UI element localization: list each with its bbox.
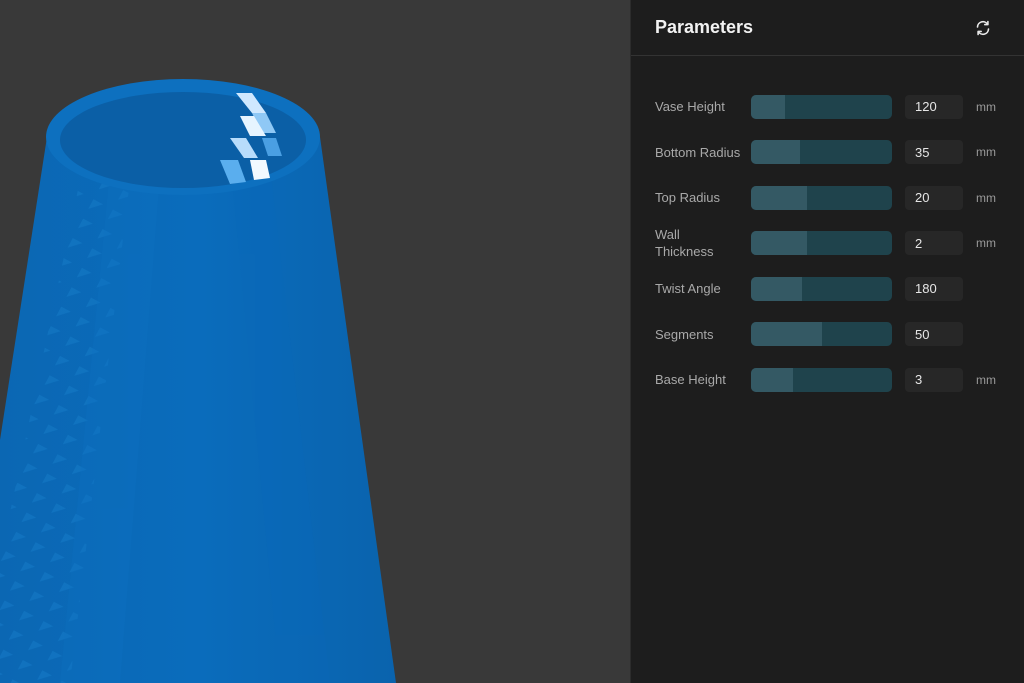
top-radius-input[interactable] [905, 185, 963, 210]
param-label: Bottom Radius [655, 144, 741, 160]
vase-model [0, 79, 396, 683]
refresh-icon [976, 20, 990, 35]
segments-input[interactable] [905, 322, 963, 347]
slider-fill [751, 367, 794, 392]
wall-thickness-input[interactable] [905, 231, 963, 256]
slider-fill [751, 140, 801, 165]
param-label: Top Radius [655, 190, 721, 206]
param-row-twist-angle: Twist Angle [631, 266, 1024, 312]
parameters-panel: Parameters Vase Height mm Bottom Radius [630, 0, 1024, 683]
twist-angle-slider[interactable] [751, 276, 892, 301]
slider-fill [751, 322, 822, 347]
bottom-radius-slider[interactable] [751, 140, 892, 165]
reset-button[interactable] [972, 17, 994, 39]
unit-label: mm [976, 99, 996, 114]
unit-label: mm [976, 190, 996, 205]
wall-thickness-slider[interactable] [751, 231, 892, 256]
unit-label: mm [976, 145, 996, 160]
param-row-segments: Segments [631, 312, 1024, 358]
panel-title: Parameters [655, 17, 754, 37]
param-row-wall-thickness: Wall Thickness mm [631, 221, 1024, 267]
param-label: Segments [655, 326, 714, 342]
slider-fill [751, 231, 808, 256]
param-row-top-radius: Top Radius mm [631, 175, 1024, 221]
slider-fill [751, 185, 808, 210]
parameter-list: Vase Height mm Bottom Radius mm Top Radi… [631, 56, 1024, 403]
app-root: Parameters Vase Height mm Bottom Radius [0, 0, 1024, 683]
bottom-radius-input[interactable] [905, 140, 963, 165]
param-label: Base Height [655, 372, 726, 388]
param-row-base-height: Base Height mm [631, 357, 1024, 403]
top-radius-slider[interactable] [751, 185, 892, 210]
slider-fill [751, 94, 785, 119]
slider-fill [751, 276, 802, 301]
vase-height-input[interactable] [905, 94, 963, 119]
param-row-vase-height: Vase Height mm [631, 84, 1024, 130]
segments-slider[interactable] [751, 322, 892, 347]
param-label: Twist Angle [655, 281, 721, 297]
3d-viewport[interactable] [0, 0, 630, 683]
twist-angle-input[interactable] [905, 276, 963, 301]
param-label: Vase Height [655, 99, 725, 115]
base-height-input[interactable] [905, 367, 963, 392]
param-label: Wall Thickness [655, 227, 714, 260]
unit-label: mm [976, 236, 996, 251]
base-height-slider[interactable] [751, 367, 892, 392]
unit-label: mm [976, 372, 996, 387]
param-row-bottom-radius: Bottom Radius mm [631, 130, 1024, 176]
panel-header: Parameters [631, 0, 1024, 56]
vase-height-slider[interactable] [751, 94, 892, 119]
